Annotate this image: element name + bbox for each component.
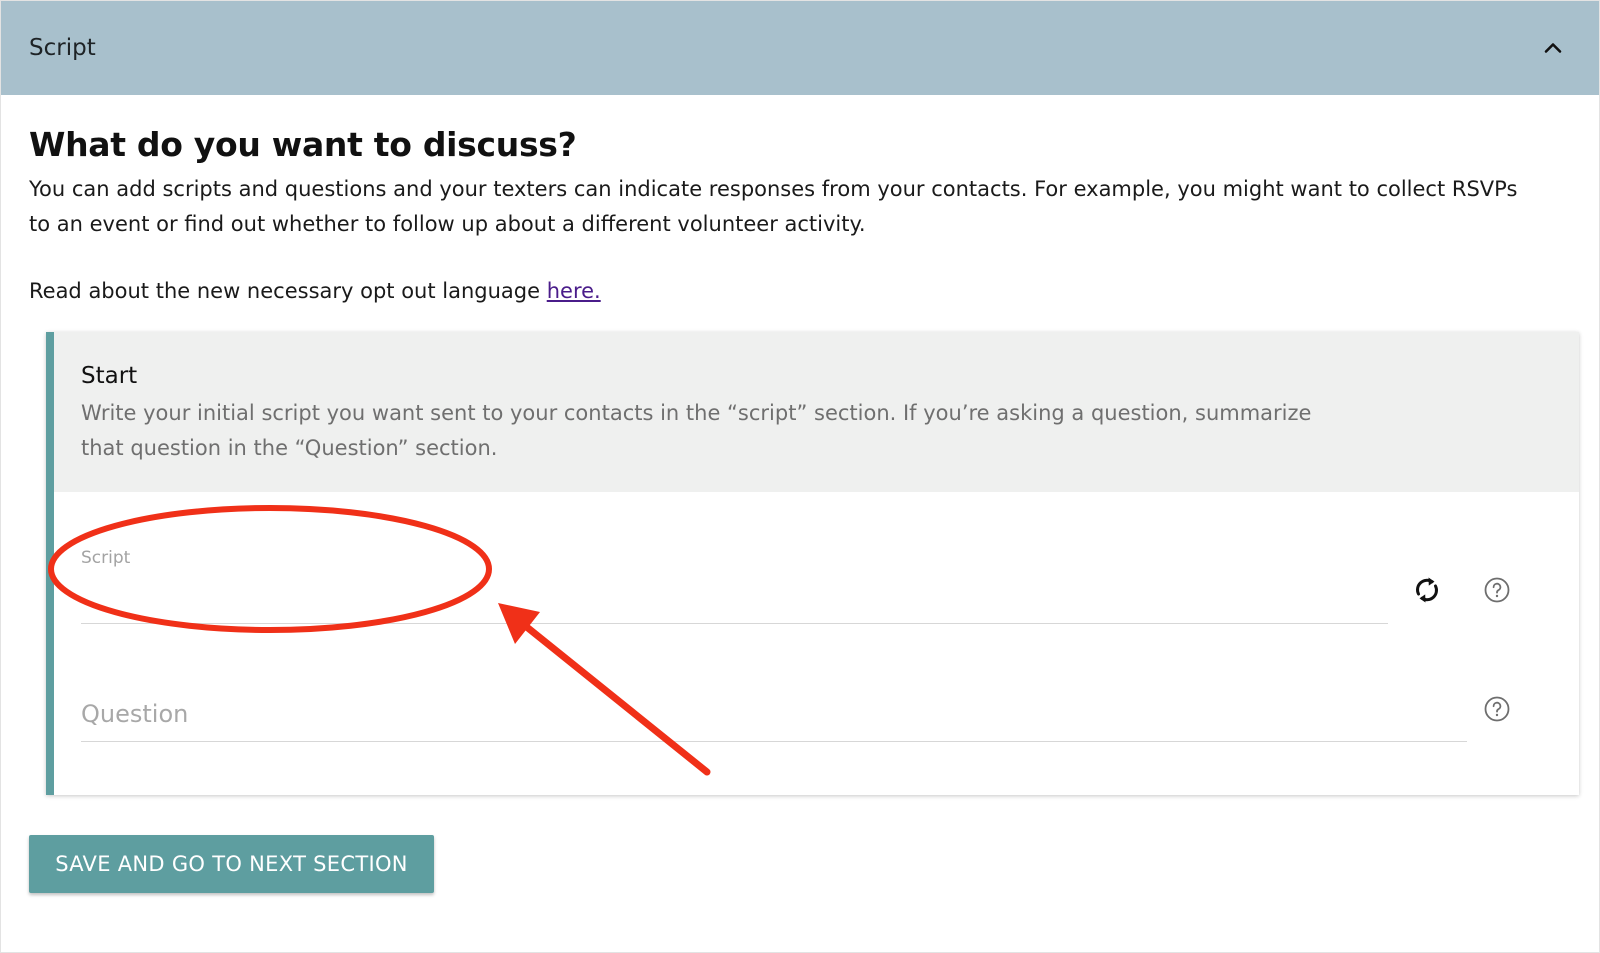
help-circle-icon[interactable] — [1477, 570, 1517, 610]
section-title: Script — [29, 35, 96, 61]
refresh-icon[interactable] — [1407, 570, 1447, 610]
intro-text: You can add scripts and questions and yo… — [29, 177, 1518, 236]
script-field-label: Script — [81, 548, 131, 568]
card-title: Start — [81, 363, 138, 389]
save-and-next-button[interactable]: SAVE AND GO TO NEXT SECTION — [29, 835, 434, 893]
question-field — [81, 692, 1467, 742]
start-card: Start Write your initial script you want… — [46, 332, 1579, 795]
script-section-page: Script What do you want to discuss? You … — [0, 0, 1600, 953]
card-description: Write your initial script you want sent … — [81, 401, 1312, 460]
page-heading: What do you want to discuss? — [29, 125, 577, 164]
optout-link[interactable]: here. — [547, 279, 601, 303]
section-header[interactable]: Script — [1, 1, 1599, 95]
help-circle-icon[interactable] — [1477, 689, 1517, 729]
chevron-up-icon[interactable] — [1535, 30, 1571, 66]
card-header: Start Write your initial script you want… — [54, 332, 1579, 492]
script-field[interactable]: Script — [81, 548, 1388, 624]
optout-note: Read about the new necessary opt out lan… — [29, 275, 601, 307]
question-input[interactable] — [81, 700, 1467, 728]
optout-text: Read about the new necessary opt out lan… — [29, 279, 547, 303]
